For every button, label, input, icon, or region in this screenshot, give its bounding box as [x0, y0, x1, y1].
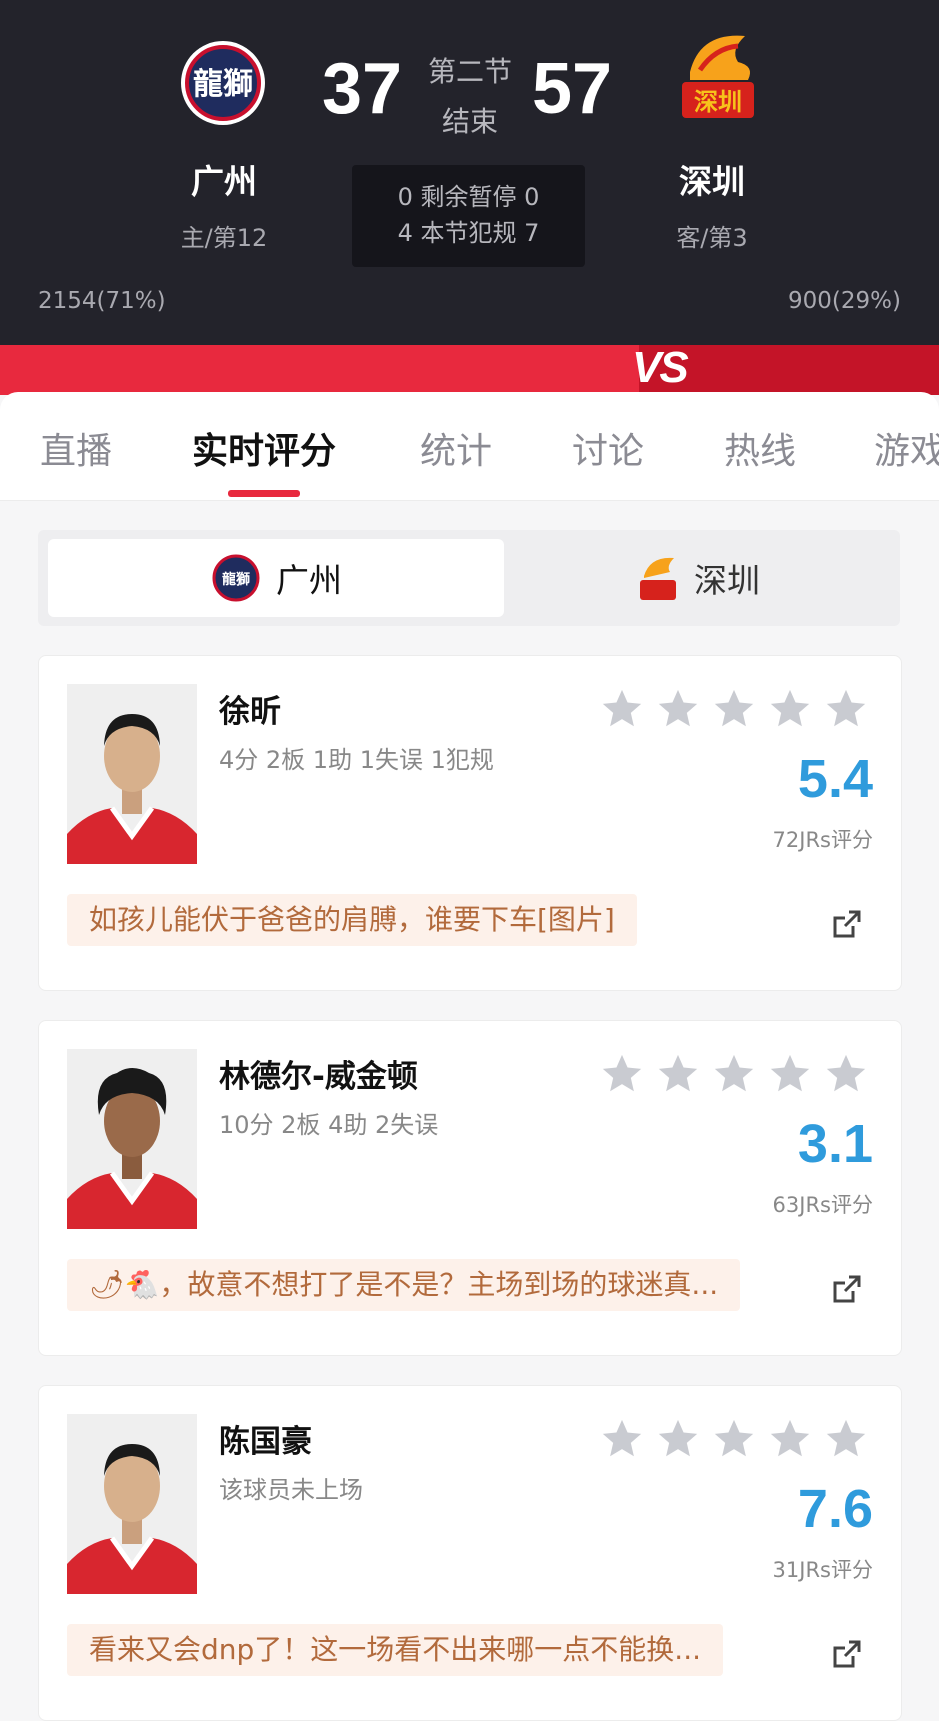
team-switch-away-label: 深圳 [694, 561, 760, 600]
timeouts-text: 0 剩余暂停 0 [397, 183, 540, 211]
top-comment[interactable]: 🌶🐔，故意不想打了是不是？主场到场的球迷真... [67, 1259, 741, 1311]
tab-hotline[interactable]: 热线 [724, 422, 796, 474]
home-team-rank: 主/第12 [180, 224, 268, 252]
star-icon[interactable] [599, 686, 645, 732]
game-info-box: 0 剩余暂停 0 4 本节犯规 7 [352, 165, 585, 267]
share-icon[interactable] [831, 908, 863, 940]
star-icon[interactable] [711, 1416, 757, 1462]
away-support-pct: 900(29%) [788, 288, 901, 314]
tab-bar: 直播 实时评分 统计 讨论 热线 游戏 [0, 392, 939, 501]
star-icon[interactable] [655, 686, 701, 732]
away-score: 57 [532, 49, 613, 129]
share-icon[interactable] [831, 1638, 863, 1670]
star-icon[interactable] [767, 1051, 813, 1097]
support-bar: VS [0, 345, 939, 395]
guangzhou-mini-logo: 龍獅 [212, 554, 260, 602]
tab-stats[interactable]: 统计 [420, 422, 492, 474]
period-label: 第二节 [427, 55, 512, 88]
player-rating: 3.1 [797, 1114, 873, 1174]
player-photo [67, 684, 197, 864]
player-rating: 5.4 [797, 749, 873, 809]
team-switch-away[interactable]: 深圳 [504, 539, 892, 617]
rating-count: 72JRs评分 [772, 828, 873, 852]
svg-text:龍獅: 龍獅 [222, 571, 250, 588]
player-name: 林德尔-威金顿 [219, 1059, 418, 1095]
team-switch-home-label: 广州 [276, 561, 342, 600]
star-icon[interactable] [599, 1051, 645, 1097]
star-icon[interactable] [655, 1416, 701, 1462]
team-switch-home[interactable]: 龍獅 广州 [48, 539, 504, 617]
shenzhen-mini-logo [640, 557, 676, 600]
active-tab-indicator [228, 490, 300, 497]
star-icon[interactable] [711, 686, 757, 732]
scoreboard-header: 龍獅 37 第二节 结束 57 深圳 广州 深圳 主/第12 客/第3 0 剩余… [0, 0, 939, 345]
home-support-pct: 2154(71%) [38, 288, 166, 314]
player-card[interactable]: 陈国豪 该球员未上场 7.6 31JRs评分 看来又会dnp了！这一场看不出来哪… [38, 1385, 902, 1721]
rating-count: 31JRs评分 [772, 1558, 873, 1582]
away-team-rank: 客/第3 [676, 224, 748, 252]
home-team-name: 广州 [191, 162, 257, 201]
team-switch: 龍獅 广州 深圳 [38, 530, 900, 626]
tab-discussion[interactable]: 讨论 [572, 422, 644, 474]
player-card[interactable]: 徐昕 4分 2板 1助 1失误 1犯规 5.4 72JRs评分 如孩儿能伏于爸爸… [38, 655, 902, 991]
svg-text:深圳: 深圳 [694, 88, 742, 116]
star-icon[interactable] [823, 1051, 869, 1097]
player-stats: 10分 2板 4助 2失误 [219, 1111, 439, 1139]
guangzhou-team-logo[interactable]: 龍獅 [168, 28, 278, 138]
away-team-name: 深圳 [679, 162, 745, 201]
rating-stars[interactable] [599, 1051, 869, 1097]
home-score: 37 [322, 49, 403, 129]
star-icon[interactable] [767, 686, 813, 732]
top-comment[interactable]: 看来又会dnp了！这一场看不出来哪一点不能换... [67, 1624, 723, 1676]
player-photo [67, 1049, 197, 1229]
top-comment[interactable]: 如孩儿能伏于爸爸的肩膊，谁要下车[图片] [67, 894, 637, 946]
player-name: 徐昕 [219, 694, 281, 730]
star-icon[interactable] [711, 1051, 757, 1097]
player-card[interactable]: 林德尔-威金顿 10分 2板 4助 2失误 3.1 63JRs评分 🌶🐔，故意不… [38, 1020, 902, 1356]
shenzhen-team-logo[interactable]: 深圳 [660, 22, 770, 132]
rating-stars[interactable] [599, 1416, 869, 1462]
tab-live[interactable]: 直播 [40, 422, 112, 474]
tab-games[interactable]: 游戏 [874, 422, 939, 474]
star-icon[interactable] [823, 686, 869, 732]
player-name: 陈国豪 [219, 1424, 312, 1460]
player-stats: 4分 2板 1助 1失误 1犯规 [219, 746, 494, 774]
player-stats: 该球员未上场 [219, 1476, 363, 1504]
player-photo [67, 1414, 197, 1594]
vs-badge: VS [632, 345, 689, 392]
period-status: 结束 [441, 105, 498, 138]
fouls-text: 4 本节犯规 7 [397, 219, 540, 247]
player-rating: 7.6 [797, 1479, 873, 1539]
rating-count: 63JRs评分 [772, 1193, 873, 1217]
star-icon[interactable] [599, 1416, 645, 1462]
share-icon[interactable] [831, 1273, 863, 1305]
tab-live-rating[interactable]: 实时评分 [192, 422, 336, 474]
svg-text:龍獅: 龍獅 [193, 67, 253, 102]
star-icon[interactable] [767, 1416, 813, 1462]
rating-stars[interactable] [599, 686, 869, 732]
star-icon[interactable] [823, 1416, 869, 1462]
star-icon[interactable] [655, 1051, 701, 1097]
